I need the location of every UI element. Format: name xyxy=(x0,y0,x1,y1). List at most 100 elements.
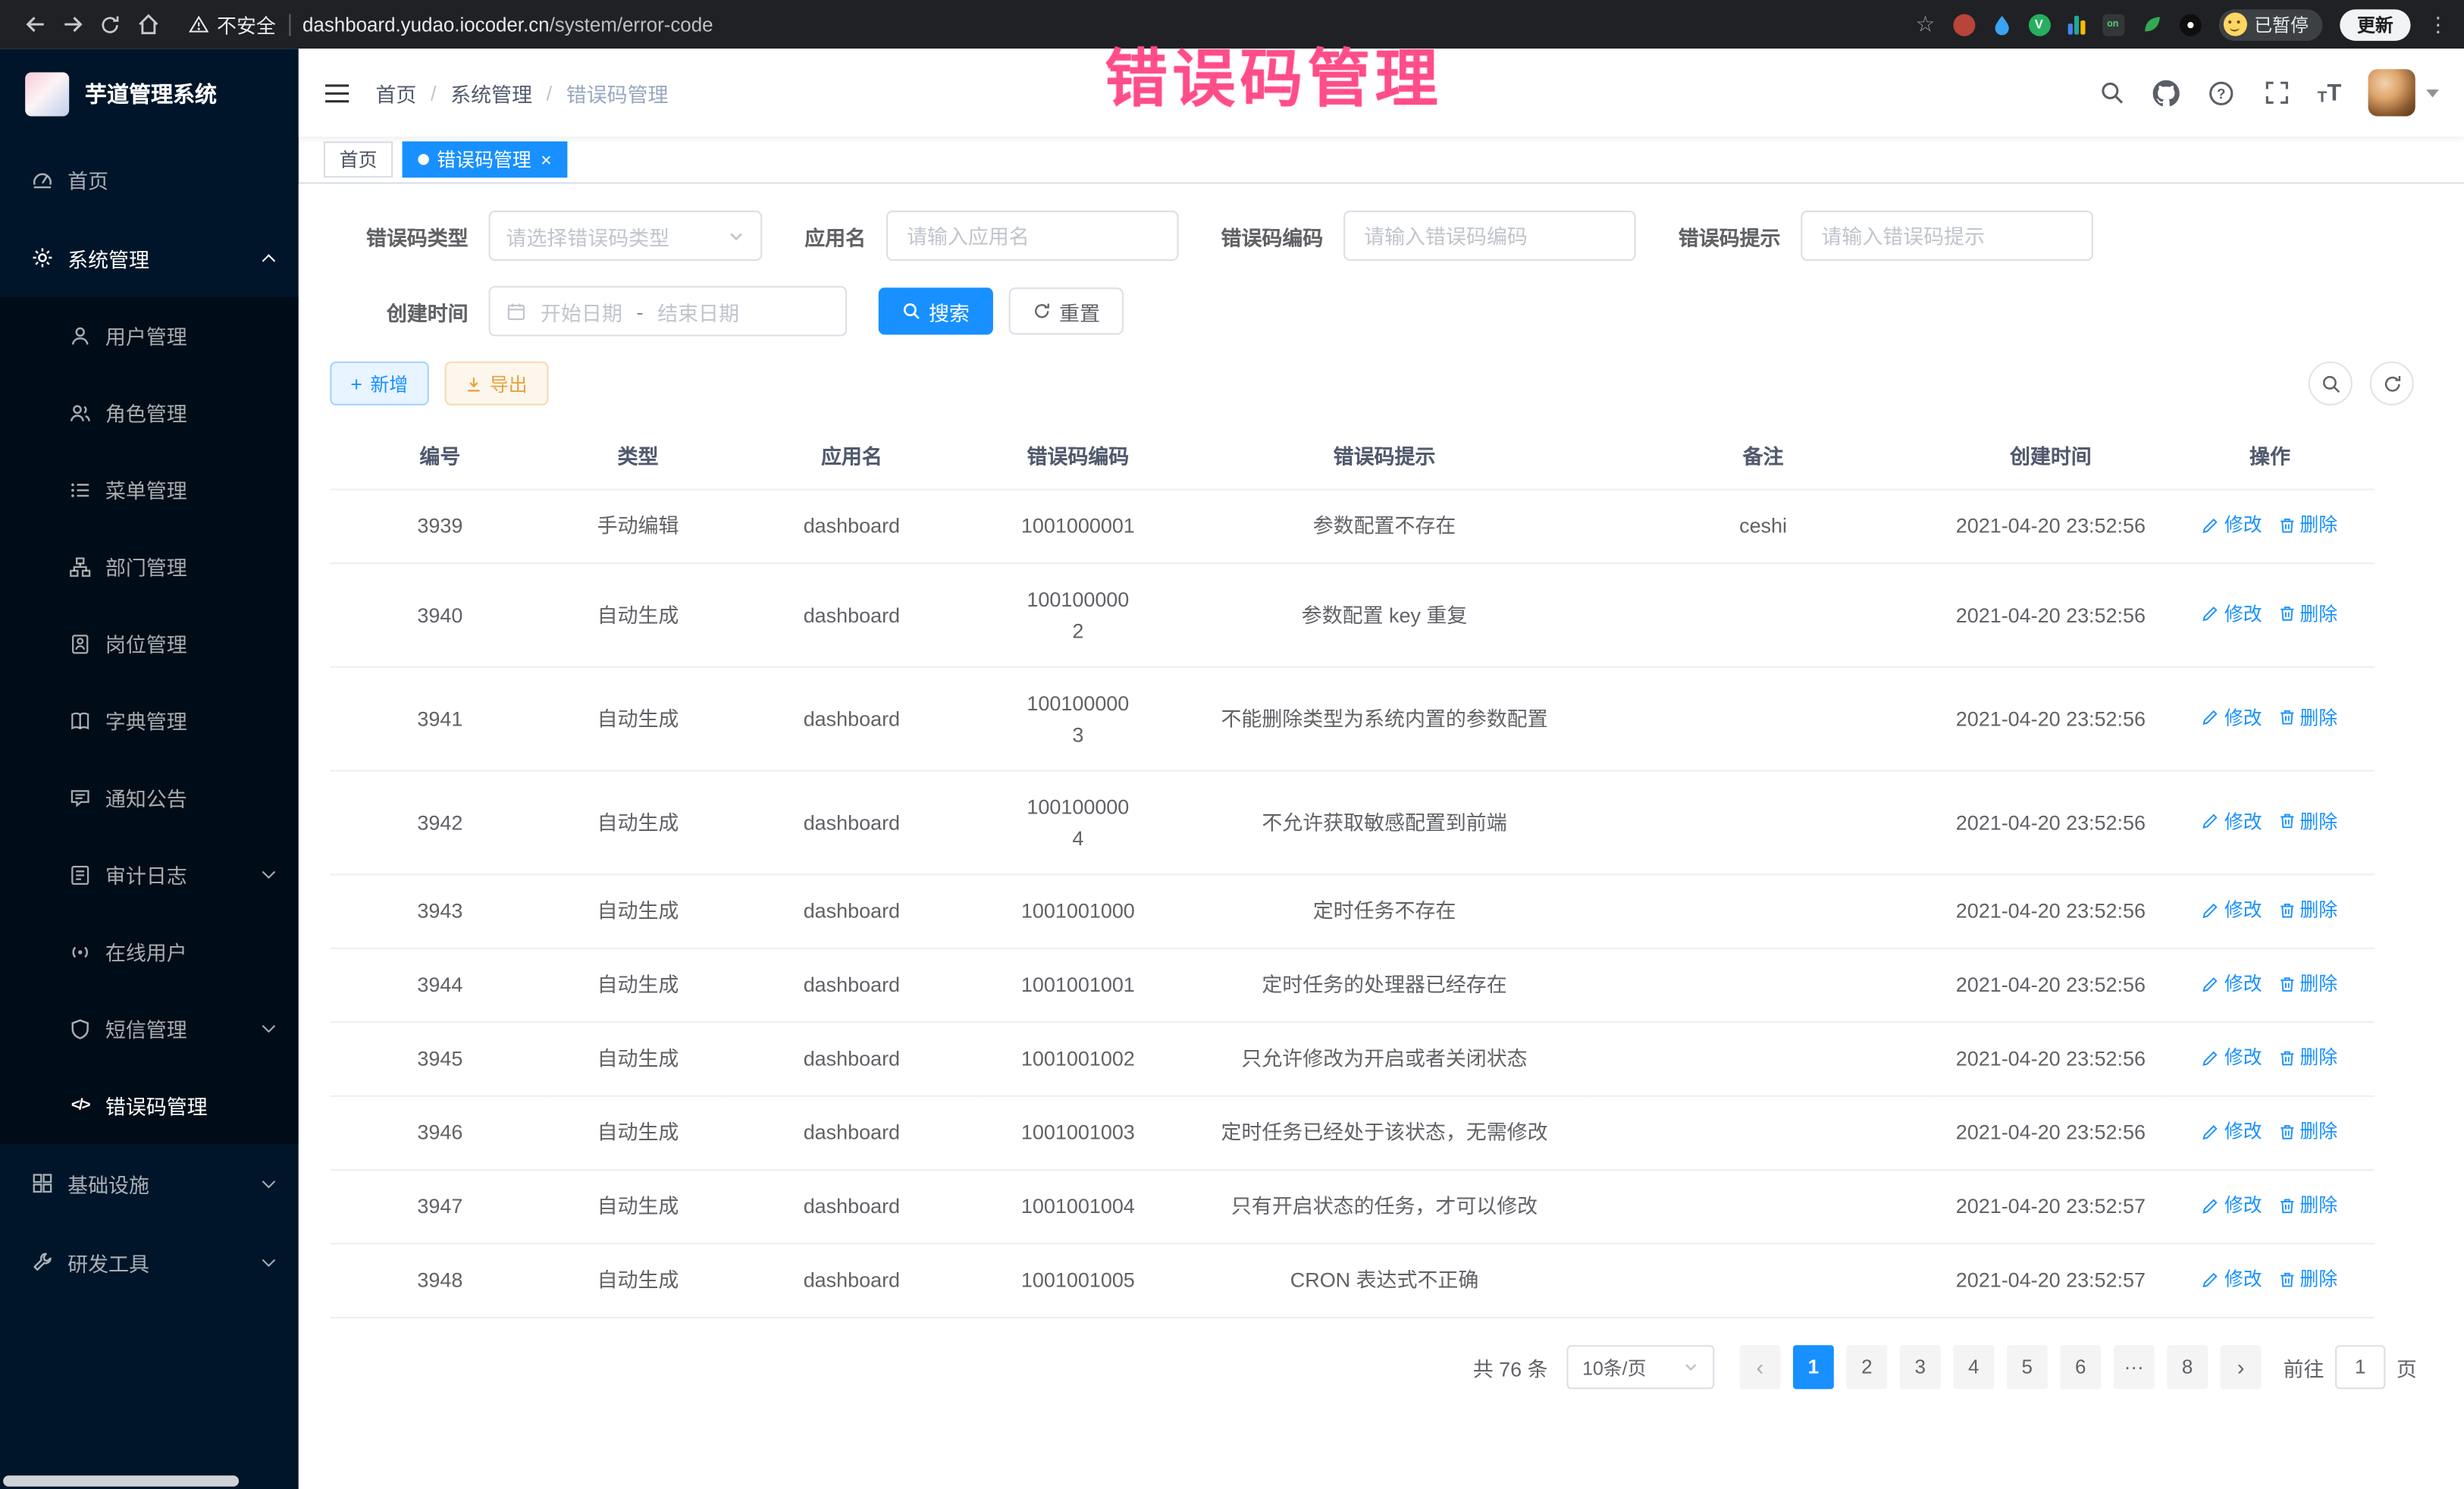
page-button-4[interactable]: 4 xyxy=(1953,1345,1994,1389)
address-bar[interactable]: 不安全 dashboard.yudao.iocoder.cn/system/er… xyxy=(189,9,713,39)
extension-icon-green-v[interactable]: V xyxy=(2028,14,2050,36)
delete-link[interactable]: 删除 xyxy=(2277,807,2337,835)
error-type-select[interactable]: 请选择错误码类型 xyxy=(489,211,763,261)
extension-icon-drop[interactable] xyxy=(1992,14,2011,36)
next-page-button[interactable]: › xyxy=(2221,1345,2262,1389)
edit-link[interactable]: 修改 xyxy=(2202,1043,2262,1071)
edit-link[interactable]: 修改 xyxy=(2202,970,2262,998)
help-icon[interactable]: ? xyxy=(2208,79,2236,107)
sidebar-logo[interactable]: 芋道管理系统 xyxy=(0,49,299,139)
sidebar-scrollbar[interactable] xyxy=(3,1475,239,1487)
trash-icon xyxy=(2277,975,2295,992)
sidebar-item-departments[interactable]: 部门管理 xyxy=(0,528,299,605)
sidebar-item-infrastructure[interactable]: 基础设施 xyxy=(0,1144,299,1223)
table-row: 3939手动编辑dashboard1001000001参数配置不存在ceshi2… xyxy=(330,490,2375,563)
page-button-6[interactable]: 6 xyxy=(2060,1345,2101,1389)
trash-icon xyxy=(2277,1196,2295,1214)
delete-link[interactable]: 删除 xyxy=(2277,1265,2337,1293)
error-msg-input[interactable] xyxy=(1801,211,2093,261)
table-toolbar: + 新增 导出 xyxy=(330,362,2432,406)
delete-link[interactable]: 删除 xyxy=(2277,600,2337,628)
extension-icon-bars[interactable] xyxy=(2067,15,2085,34)
page-ellipsis-button[interactable]: ··· xyxy=(2114,1345,2155,1389)
page-button-5[interactable]: 5 xyxy=(2007,1345,2048,1389)
table-row: 3946自动生成dashboard1001001003定时任务已经处于该状态，无… xyxy=(330,1096,2375,1170)
github-icon[interactable] xyxy=(2152,79,2180,107)
page-size-select[interactable]: 10条/页 xyxy=(1566,1345,1714,1389)
toggle-search-button[interactable] xyxy=(2309,362,2353,406)
reload-icon[interactable] xyxy=(91,5,129,43)
font-size-icon[interactable]: TT xyxy=(2318,80,2342,106)
tag-home[interactable]: 首页 xyxy=(324,142,393,178)
sidebar-item-home[interactable]: 首页 xyxy=(0,139,299,218)
edit-link[interactable]: 修改 xyxy=(2202,1118,2262,1146)
hamburger-icon[interactable] xyxy=(324,81,350,105)
close-icon[interactable]: × xyxy=(541,150,552,169)
sidebar-item-error-code[interactable]: </> 错误码管理 xyxy=(0,1067,299,1144)
fullscreen-icon[interactable] xyxy=(2262,79,2290,107)
tag-error-code[interactable]: 错误码管理 × xyxy=(403,142,568,178)
extension-icon-on[interactable]: on xyxy=(2102,14,2124,36)
goto-label: 前往 xyxy=(2284,1353,2324,1382)
sidebar-item-announcements[interactable]: 通知公告 xyxy=(0,759,299,836)
forward-icon[interactable] xyxy=(53,5,91,43)
refresh-button[interactable] xyxy=(2370,362,2414,406)
breadcrumb: 首页 / 系统管理 / 错误码管理 xyxy=(375,78,668,108)
page-button-8[interactable]: 8 xyxy=(2167,1345,2208,1389)
breadcrumb-system[interactable]: 系统管理 xyxy=(450,78,532,108)
edit-link[interactable]: 修改 xyxy=(2202,511,2262,539)
sidebar-item-audit-log[interactable]: 审计日志 xyxy=(0,836,299,914)
reset-button[interactable]: 重置 xyxy=(1009,287,1124,334)
trash-icon xyxy=(2277,901,2295,919)
sidebar-item-system[interactable]: 系统管理 xyxy=(0,218,299,297)
delete-link[interactable]: 删除 xyxy=(2277,511,2337,539)
sidebar-item-posts[interactable]: 岗位管理 xyxy=(0,605,299,682)
delete-link[interactable]: 删除 xyxy=(2277,895,2337,923)
search-icon[interactable] xyxy=(2097,79,2125,107)
home-icon[interactable] xyxy=(129,5,167,43)
edit-link[interactable]: 修改 xyxy=(2202,1191,2262,1219)
edit-link[interactable]: 修改 xyxy=(2202,704,2262,732)
delete-link[interactable]: 删除 xyxy=(2277,1118,2337,1146)
sidebar-item-roles[interactable]: 角色管理 xyxy=(0,374,299,451)
sidebar-item-sms[interactable]: 短信管理 xyxy=(0,990,299,1067)
page-button-2[interactable]: 2 xyxy=(1846,1345,1887,1389)
browser-update-button[interactable]: 更新 xyxy=(2340,8,2410,39)
user-menu[interactable] xyxy=(2368,69,2439,116)
edit-link[interactable]: 修改 xyxy=(2202,807,2262,835)
page-button-3[interactable]: 3 xyxy=(1900,1345,1941,1389)
date-range-picker[interactable]: 开始日期 - 结束日期 xyxy=(489,286,848,336)
prev-page-button[interactable]: ‹ xyxy=(1739,1345,1780,1389)
delete-link[interactable]: 删除 xyxy=(2277,1191,2337,1219)
sidebar-item-dev-tools[interactable]: 研发工具 xyxy=(0,1223,299,1302)
sidebar-item-users[interactable]: 用户管理 xyxy=(0,297,299,375)
export-button[interactable]: 导出 xyxy=(444,362,548,406)
profile-chip-label: 已暂停 xyxy=(2254,12,2309,37)
goto-page-input[interactable] xyxy=(2335,1345,2385,1389)
edit-link[interactable]: 修改 xyxy=(2202,600,2262,628)
delete-link[interactable]: 删除 xyxy=(2277,970,2337,998)
app-name-input[interactable] xyxy=(886,211,1179,261)
extension-icon-leaf[interactable] xyxy=(2141,14,2161,35)
sidebar-item-online-users[interactable]: 在线用户 xyxy=(0,913,299,990)
browser-menu-icon[interactable]: ⋮ xyxy=(2428,12,2448,37)
add-button[interactable]: + 新增 xyxy=(330,362,428,406)
chevron-down-icon xyxy=(262,1252,276,1266)
delete-link[interactable]: 删除 xyxy=(2277,1043,2337,1071)
breadcrumb-home[interactable]: 首页 xyxy=(375,78,416,108)
error-code-input[interactable] xyxy=(1343,211,1636,261)
delete-link[interactable]: 删除 xyxy=(2277,704,2337,732)
extensions-pin-icon[interactable] xyxy=(2179,14,2201,36)
sidebar-item-dictionary[interactable]: 字典管理 xyxy=(0,682,299,760)
profile-chip[interactable]: 已暂停 xyxy=(2218,8,2323,39)
back-icon[interactable] xyxy=(16,5,54,43)
extension-icon-red[interactable] xyxy=(1952,14,1974,36)
search-button[interactable]: 搜索 xyxy=(879,287,993,334)
pencil-icon xyxy=(2202,1196,2220,1214)
edit-link[interactable]: 修改 xyxy=(2202,895,2262,923)
page-button-1[interactable]: 1 xyxy=(1793,1345,1834,1389)
edit-link[interactable]: 修改 xyxy=(2202,1265,2262,1293)
list-icon xyxy=(69,478,91,500)
bookmark-star-icon[interactable]: ☆ xyxy=(1915,11,1935,38)
sidebar-item-menus[interactable]: 菜单管理 xyxy=(0,451,299,528)
